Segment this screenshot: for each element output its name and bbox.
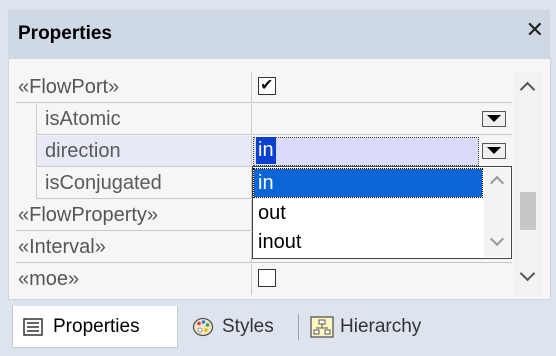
tab-hierarchy-label: Hierarchy [340, 316, 422, 337]
scroll-up-icon[interactable] [519, 81, 536, 98]
hierarchy-icon [310, 316, 334, 338]
row-label-interval: «Interval» [16, 232, 252, 263]
tab-properties-label: Properties [53, 316, 140, 337]
tab-styles-label: Styles [222, 316, 274, 337]
scroll-up-icon[interactable] [489, 175, 505, 191]
flowport-checkbox[interactable]: ✔ [258, 75, 276, 95]
row-label-direction: direction [36, 136, 252, 167]
direction-value-cell: in [252, 136, 512, 167]
check-icon: ✔ [260, 75, 274, 94]
tab-styles[interactable]: Styles [186, 306, 294, 348]
tab-hierarchy[interactable]: Hierarchy [306, 306, 456, 348]
scroll-down-icon[interactable] [519, 265, 536, 282]
dropdown-option-inout[interactable]: inout [254, 228, 482, 256]
row-label-isatomic: isAtomic [36, 104, 252, 135]
table-row[interactable]: «moe» [16, 264, 512, 296]
chevron-down-icon [487, 115, 501, 122]
direction-dropdown-list[interactable]: in out inout [252, 166, 512, 259]
flowport-value-cell: ✔ [252, 72, 512, 103]
tab-bar: Properties Styles Hierarchy [8, 302, 549, 352]
scrollbar-thumb[interactable] [520, 192, 536, 230]
window-title: Properties [18, 23, 112, 44]
direction-select[interactable]: in [253, 137, 479, 166]
tab-properties[interactable]: Properties [12, 306, 178, 348]
moe-checkbox[interactable] [258, 269, 276, 287]
table-row[interactable]: isAtomic [16, 104, 512, 136]
dropdown-option-in[interactable]: in [253, 168, 483, 198]
direction-dropdown-button[interactable] [482, 143, 506, 159]
table-row[interactable]: direction in [16, 136, 512, 168]
isatomic-value-cell [252, 104, 512, 135]
title-bar: Properties ✕ [8, 10, 550, 58]
scroll-down-icon[interactable] [489, 231, 505, 247]
row-label-isconjugated: isConjugated [36, 168, 252, 199]
row-label-flowproperty: «FlowProperty» [16, 200, 252, 231]
grid-scrollbar[interactable] [514, 72, 542, 296]
row-label-moe: «moe» [16, 264, 252, 295]
dropdown-scrollbar[interactable] [484, 168, 510, 257]
table-row[interactable]: «FlowPort» ✔ [16, 72, 512, 104]
moe-value-cell [252, 264, 512, 295]
chevron-down-icon [487, 147, 501, 154]
row-label-flowport: «FlowPort» [16, 72, 252, 103]
styles-icon [192, 317, 214, 337]
properties-icon [23, 318, 43, 336]
tab-separator [298, 314, 299, 340]
direction-selected-value: in [256, 137, 276, 164]
dropdown-option-out[interactable]: out [254, 199, 482, 227]
isatomic-dropdown-button[interactable] [482, 111, 506, 127]
close-icon[interactable]: ✕ [526, 20, 544, 42]
properties-window: Properties ✕ «FlowPort» ✔ isAtomic direc… [0, 0, 556, 356]
